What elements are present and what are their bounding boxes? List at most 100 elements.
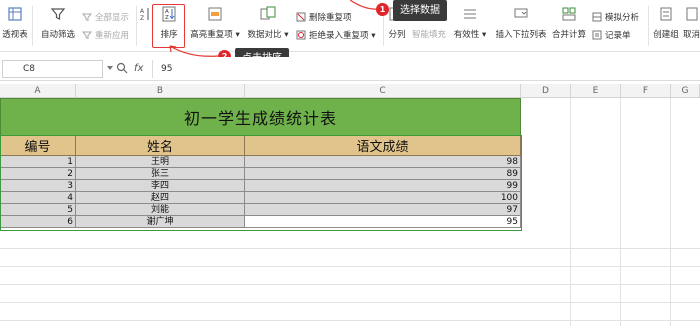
reject-duplicates-text: 拒绝录入重复项 [309,31,369,41]
formula-input[interactable]: 95 [152,60,698,78]
simulation-analysis-icon [592,12,602,22]
record-form-icon [592,30,602,40]
header-cell-id[interactable]: 编号 [0,136,76,156]
ungroup-button[interactable]: 取消 [683,6,700,48]
smart-fill-label: 智能填充 [411,30,446,40]
highlight-duplicates-button[interactable]: 高亮重复项 ▾ [190,6,240,48]
reapply-label: 重新应用 [95,31,130,41]
insert-dropdown-list-label: 插入下拉列表 [495,30,547,40]
consolidate-icon [562,7,576,21]
delete-duplicates-button[interactable]: 删除重复项 [296,10,352,24]
sort-button[interactable]: AZ 排序 [154,6,184,48]
ribbon-divider [32,6,33,46]
table-cell-name[interactable]: 刘能 [76,204,245,216]
table-cell-name[interactable]: 赵四 [76,192,245,204]
ungroup-label: 取消 [683,30,700,40]
formula-bar: C8 fx 95 [0,57,700,81]
dropdown-list-icon [514,8,528,18]
fx-function-icon[interactable]: fx [134,63,143,74]
record-form-label: 记录单 [605,31,631,41]
svg-text:Z: Z [165,15,169,21]
pivot-table-button[interactable]: 透视表 [0,6,30,48]
column-header-f[interactable]: F [621,84,671,98]
column-header-e[interactable]: E [571,84,621,98]
ungroup-icon [686,7,697,21]
filter-icon [50,8,66,20]
validity-label: 有效性 ▾ [453,30,487,40]
table-cell-score[interactable]: 89 [245,168,521,180]
data-compare-label: 数据对比 ▾ [247,30,289,40]
sort-ascending-small-button[interactable]: AZ [139,6,151,48]
ribbon-divider [136,6,137,46]
reapply-button[interactable]: 重新应用 [82,28,129,42]
sort-icon: AZ [162,6,176,22]
table-cell-id[interactable]: 3 [0,180,76,192]
column-header-b[interactable]: B [76,84,245,98]
name-box-dropdown-icon[interactable] [107,66,113,70]
reject-duplicates-icon [296,30,306,40]
grid-line [0,284,700,285]
reject-duplicates-label: 拒绝录入重复项 ▾ [309,31,376,41]
callout-1-badge: 1 [376,3,389,16]
ribbon-divider [648,6,649,46]
table-cell-score[interactable]: 98 [245,156,521,168]
data-compare-button[interactable]: 数据对比 ▾ [243,6,293,48]
header-cell-name[interactable]: 姓名 [76,136,245,156]
show-all-button[interactable]: 全部显示 [82,10,129,24]
autofilter-button[interactable]: 自动筛选 [38,6,78,48]
highlight-duplicates-icon [208,7,222,21]
reapply-filter-icon [82,31,92,40]
table-cell-id[interactable]: 1 [0,156,76,168]
grid-line [0,302,700,303]
name-box[interactable]: C8 [2,60,103,78]
table-cell-id[interactable]: 4 [0,192,76,204]
split-column-label: 分列 [388,30,406,40]
grid-line [0,320,700,321]
table-cell-id[interactable]: 2 [0,168,76,180]
table-cell-score[interactable]: 97 [245,204,521,216]
table-cell-name[interactable]: 张三 [76,168,245,180]
table-title-cell[interactable]: 初一学生成绩统计表 [0,98,521,136]
table-cell-name[interactable]: 王明 [76,156,245,168]
table-cell-name[interactable]: 谢广坤 [76,216,245,228]
table-cell-score[interactable]: 99 [245,180,521,192]
grid-line [0,266,700,267]
show-all-filter-icon [82,13,92,22]
reject-duplicates-button[interactable]: 拒绝录入重复项 ▾ [296,28,375,42]
pivot-table-icon [8,7,22,21]
table-cell-name[interactable]: 李四 [76,180,245,192]
table-cell-score[interactable]: 100 [245,192,521,204]
validity-icon [464,9,476,19]
validity-button[interactable]: 有效性 ▾ [450,6,490,48]
table-cell-id[interactable]: 6 [0,216,76,228]
create-group-button[interactable]: 创建组 [651,6,681,48]
grid-line [570,98,571,326]
pivot-table-label: 透视表 [2,30,28,40]
svg-text:A: A [140,8,145,15]
highlight-duplicates-text: 高亮重复项 [190,30,233,40]
header-cell-score[interactable]: 语文成绩 [245,136,521,156]
zoom-search-icon[interactable] [116,62,128,74]
insert-dropdown-list-button[interactable]: 插入下拉列表 [494,6,548,48]
column-header-g[interactable]: G [671,84,700,98]
svg-text:Z: Z [140,15,144,22]
consolidate-button[interactable]: 合并计算 [551,6,587,48]
callout-1-tooltip: 选择数据 [393,0,447,21]
delete-duplicates-label: 删除重复项 [309,13,352,23]
highlight-duplicates-label: 高亮重复项 ▾ [190,30,240,40]
active-cell-c8[interactable]: 95 [245,216,521,228]
data-compare-icon [260,6,276,20]
sort-az-icon: AZ [140,8,149,22]
column-header-c[interactable]: C [245,84,521,98]
grid-line [670,98,671,326]
simulation-analysis-button[interactable]: 模拟分析 [592,10,639,24]
show-all-label: 全部显示 [95,13,130,23]
sort-label: 排序 [160,30,178,40]
column-header-a[interactable]: A [0,84,76,98]
table-cell-id[interactable]: 5 [0,204,76,216]
data-compare-text: 数据对比 [247,30,282,40]
record-form-button[interactable]: 记录单 [592,28,631,42]
consolidate-label: 合并计算 [551,30,586,40]
delete-duplicates-icon [296,12,306,22]
column-header-d[interactable]: D [521,84,571,98]
